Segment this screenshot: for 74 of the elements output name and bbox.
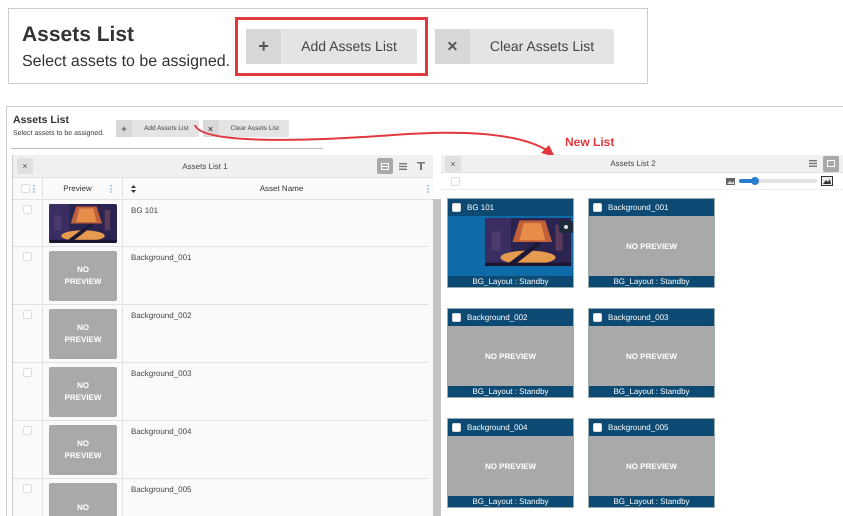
- list-view-icon: [809, 160, 817, 168]
- no-preview-label: NO PREVIEW: [626, 242, 678, 250]
- list-view-icon: [399, 162, 407, 170]
- asset-status: BG_Layout : Standby: [589, 496, 714, 507]
- checkbox[interactable]: [593, 313, 602, 322]
- asset-status: BG_Layout : Standby: [589, 276, 714, 287]
- annotation-label: New List: [565, 135, 614, 149]
- select-all-checkbox[interactable]: [451, 176, 460, 186]
- thumbnail-size-slider[interactable]: [739, 179, 817, 184]
- asset-status: BG_Layout : Standby: [448, 386, 573, 397]
- list-title: Assets List 1: [181, 162, 229, 170]
- checkbox[interactable]: [593, 423, 602, 432]
- no-preview-label: NO PREVIEW: [626, 352, 678, 360]
- select-all-checkbox[interactable]: [20, 184, 30, 193]
- clear-assets-list-button[interactable]: × Clear Assets List: [434, 28, 614, 64]
- asset-name: Background_002: [467, 313, 528, 322]
- asset-name: Background_005: [131, 485, 192, 494]
- add-assets-list-button[interactable]: + Add Assets List: [246, 28, 417, 64]
- page-subtitle: Select assets to be assigned.: [22, 53, 230, 71]
- no-preview-label: NO PREVIEW: [64, 264, 102, 288]
- checkbox[interactable]: [23, 310, 32, 319]
- checkbox[interactable]: [452, 423, 461, 432]
- asset-status: BG_Layout : Standby: [448, 496, 573, 507]
- grid-view-icon: [381, 162, 389, 170]
- grid-view-icon: [827, 160, 835, 168]
- asset-name: BG 101: [131, 206, 158, 215]
- asset-card[interactable]: Background_004 NO PREVIEW BG_Layout : Standby: [447, 418, 574, 508]
- asset-name: Background_003: [131, 369, 192, 378]
- no-preview-label: NO PREVIEW: [484, 462, 536, 470]
- asset-card[interactable]: Background_001 NO PREVIEW BG_Layout : Standby: [588, 198, 715, 288]
- asset-card[interactable]: Background_005 NO PREVIEW BG_Layout : Standby: [588, 418, 715, 508]
- column-header[interactable]: Preview: [63, 184, 92, 193]
- scrollbar[interactable]: [433, 199, 441, 516]
- close-button[interactable]: ×: [445, 156, 461, 172]
- asset-card[interactable]: Background_003 NO PREVIEW BG_Layout : Standby: [588, 308, 715, 398]
- no-preview-label: NO: [77, 502, 89, 514]
- asset-card[interactable]: Background_002 NO PREVIEW BG_Layout : Standby: [447, 308, 574, 398]
- page-title: Assets List: [22, 23, 136, 47]
- asset-name: Background_004: [467, 423, 528, 432]
- sort-icon[interactable]: [131, 184, 136, 192]
- no-preview-label: NO PREVIEW: [484, 352, 536, 360]
- asset-card[interactable]: BG 101 BG_Layout : Standby: [447, 198, 574, 288]
- asset-name: Background_003: [608, 313, 668, 322]
- checkbox[interactable]: [23, 368, 32, 377]
- asset-name: Background_002: [131, 311, 192, 320]
- panel-title: Assets List: [13, 114, 70, 126]
- asset-name: Background_004: [131, 427, 192, 436]
- asset-name: Background_001: [608, 203, 668, 212]
- checkbox[interactable]: [452, 203, 461, 212]
- checkbox[interactable]: [593, 203, 602, 212]
- filter-icon: [417, 162, 425, 170]
- asset-status: BG_Layout : Standby: [448, 276, 573, 287]
- no-preview-label: NO PREVIEW: [64, 380, 102, 404]
- column-menu-icon[interactable]: [110, 184, 112, 192]
- view-toggle-button[interactable]: [823, 156, 839, 172]
- no-preview-label: NO PREVIEW: [626, 462, 678, 470]
- large-image-icon: [821, 176, 833, 186]
- checkbox[interactable]: [23, 426, 32, 435]
- settings-badge-icon[interactable]: [559, 221, 573, 233]
- asset-name: Background_005: [608, 423, 668, 432]
- no-preview-label: NO PREVIEW: [64, 438, 102, 462]
- checkbox[interactable]: [23, 205, 32, 214]
- column-header[interactable]: Asset Name: [142, 184, 421, 193]
- checkbox[interactable]: [452, 313, 461, 322]
- view-toggle-button[interactable]: [377, 158, 393, 174]
- close-button[interactable]: ×: [17, 158, 33, 174]
- small-image-icon: [726, 178, 735, 185]
- asset-name: BG 101: [467, 203, 494, 212]
- asset-name: Background_001: [131, 253, 192, 262]
- checkbox[interactable]: [23, 484, 32, 493]
- list-title: Assets List 2: [609, 159, 657, 168]
- asset-status: BG_Layout : Standby: [589, 386, 714, 397]
- checkbox[interactable]: [23, 252, 32, 261]
- no-preview-label: NO PREVIEW: [64, 322, 102, 346]
